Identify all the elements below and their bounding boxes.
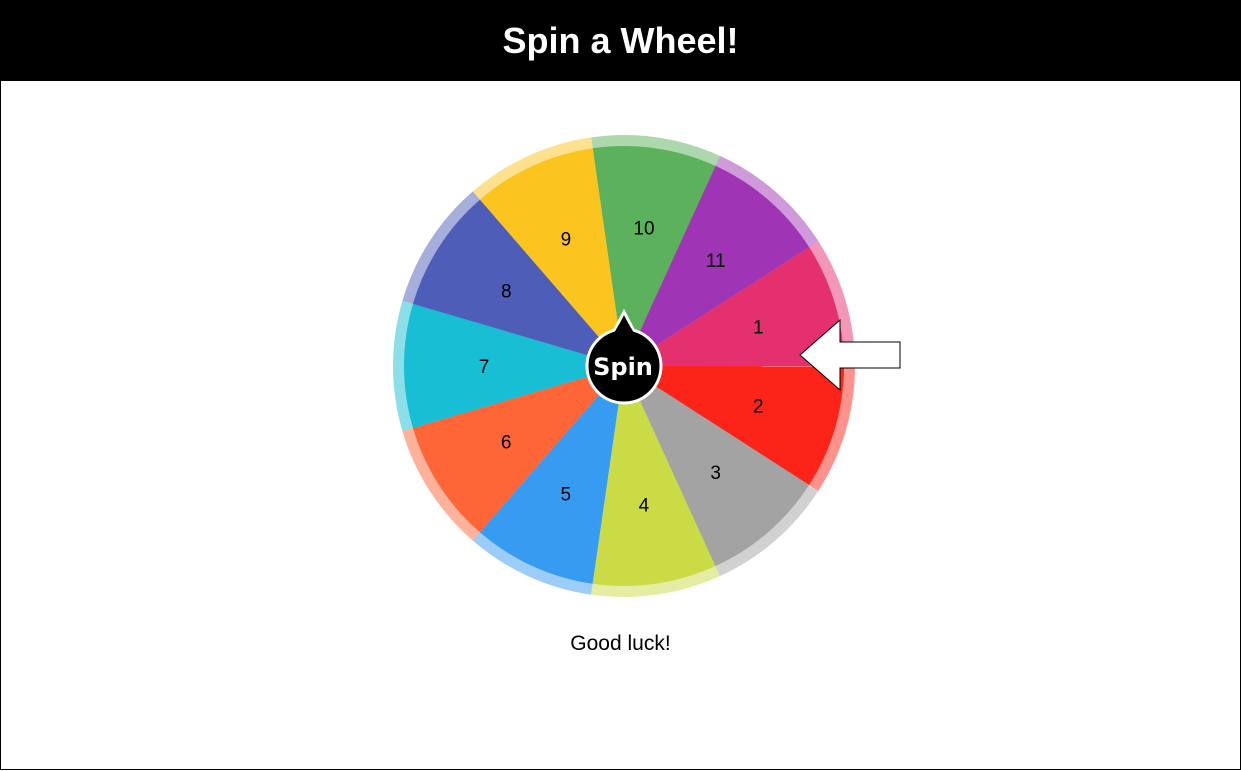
wheel-segment-label: 9 <box>561 230 572 251</box>
wheel-segment-label: 7 <box>479 357 490 378</box>
wheel-segment-label: 3 <box>710 463 721 484</box>
status-message: Good luck! <box>570 632 671 655</box>
spin-button-label: Spin <box>593 353 653 381</box>
wheel-segment-label: 4 <box>639 496 650 517</box>
wheel-segment-label: 11 <box>706 251 726 272</box>
wheel-segment-label: 6 <box>501 433 512 454</box>
wheel-segment-label: 2 <box>753 397 764 418</box>
wheel-segment-label: 10 <box>633 218 654 239</box>
wheel-segment-label: 8 <box>501 281 512 302</box>
wheel-segment-label: 5 <box>560 484 571 505</box>
wheel-segment-label: 1 <box>753 318 764 339</box>
